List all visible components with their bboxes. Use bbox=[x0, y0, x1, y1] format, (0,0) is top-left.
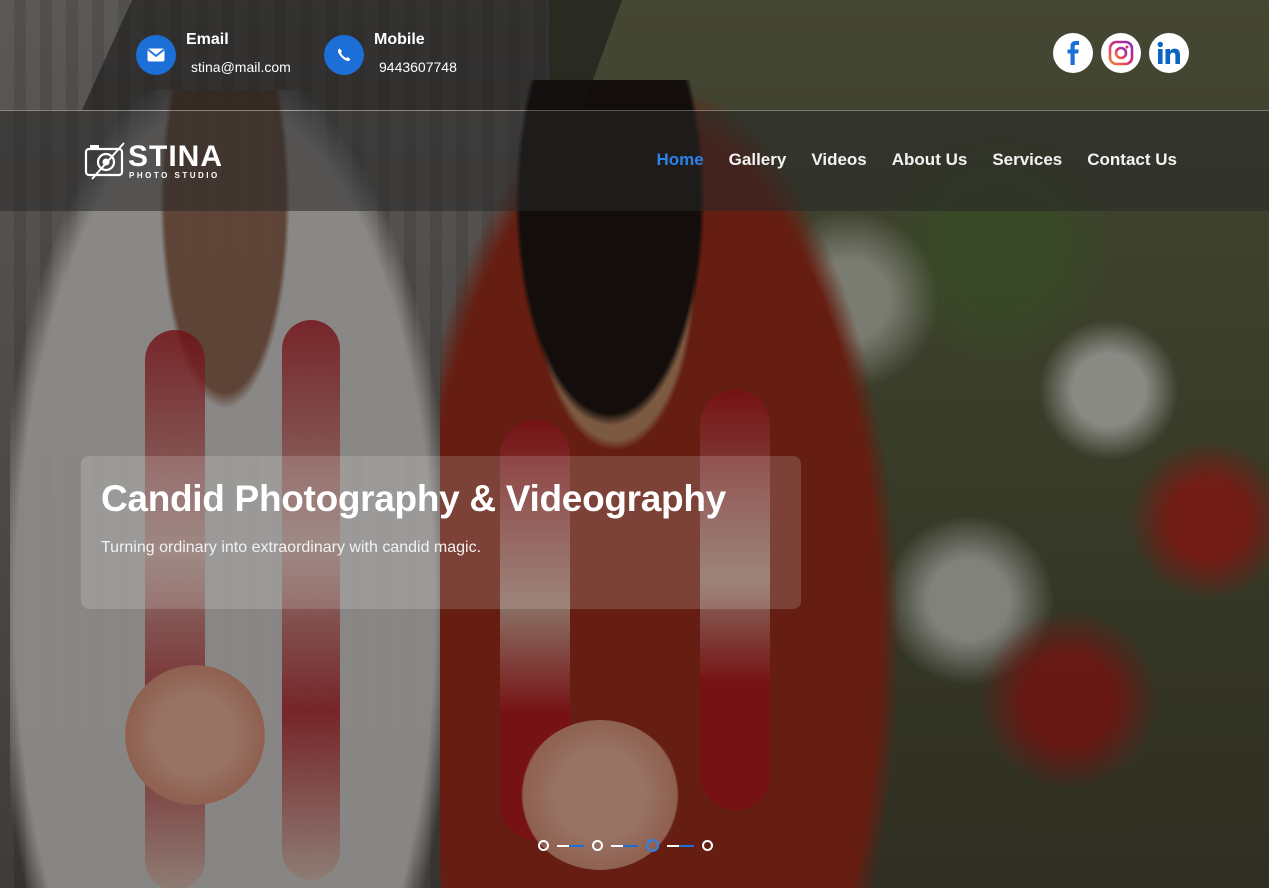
social-links bbox=[1053, 33, 1189, 73]
nav-contact-us[interactable]: Contact Us bbox=[1087, 150, 1177, 170]
nav-menu: Home Gallery Videos About Us Services Co… bbox=[656, 150, 1177, 170]
facebook-icon[interactable] bbox=[1053, 33, 1093, 73]
mobile-value[interactable]: 9443607748 bbox=[374, 58, 457, 76]
camera-logo-icon bbox=[84, 142, 125, 180]
hero-caption-card: Candid Photography & Videography Turning… bbox=[81, 456, 801, 609]
email-value[interactable]: stina@mail.com bbox=[186, 58, 291, 76]
top-contact-bar: Email stina@mail.com Mobile 9443607748 bbox=[0, 0, 1269, 110]
slider-connector bbox=[557, 844, 584, 847]
slider-dot[interactable] bbox=[702, 840, 713, 851]
contact-email[interactable]: Email stina@mail.com bbox=[136, 30, 291, 76]
email-label: Email bbox=[186, 31, 229, 48]
mobile-label: Mobile bbox=[374, 31, 425, 48]
envelope-icon bbox=[136, 35, 176, 75]
nav-about-us[interactable]: About Us bbox=[892, 150, 968, 170]
main-navbar: STINA PHOTO STUDIO Home Gallery Videos A… bbox=[0, 111, 1269, 211]
slider-dot-active[interactable] bbox=[646, 839, 659, 852]
nav-services[interactable]: Services bbox=[992, 150, 1062, 170]
slider-indicators bbox=[538, 839, 713, 852]
slider-dot[interactable] bbox=[592, 840, 603, 851]
linkedin-icon[interactable] bbox=[1149, 33, 1189, 73]
slider-connector bbox=[667, 844, 694, 847]
hero-title: Candid Photography & Videography bbox=[101, 478, 726, 519]
nav-gallery[interactable]: Gallery bbox=[729, 150, 787, 170]
nav-home[interactable]: Home bbox=[656, 150, 703, 170]
logo-title: STINA bbox=[128, 140, 223, 173]
logo-subtitle: PHOTO STUDIO bbox=[129, 171, 220, 180]
phone-icon bbox=[324, 35, 364, 75]
instagram-icon[interactable] bbox=[1101, 33, 1141, 73]
contact-mobile[interactable]: Mobile 9443607748 bbox=[324, 30, 457, 76]
slider-connector bbox=[611, 844, 638, 847]
nav-videos[interactable]: Videos bbox=[811, 150, 866, 170]
logo[interactable]: STINA PHOTO STUDIO bbox=[84, 141, 223, 181]
hero-subtitle: Turning ordinary into extraordinary with… bbox=[101, 539, 482, 556]
slider-dot[interactable] bbox=[538, 840, 549, 851]
